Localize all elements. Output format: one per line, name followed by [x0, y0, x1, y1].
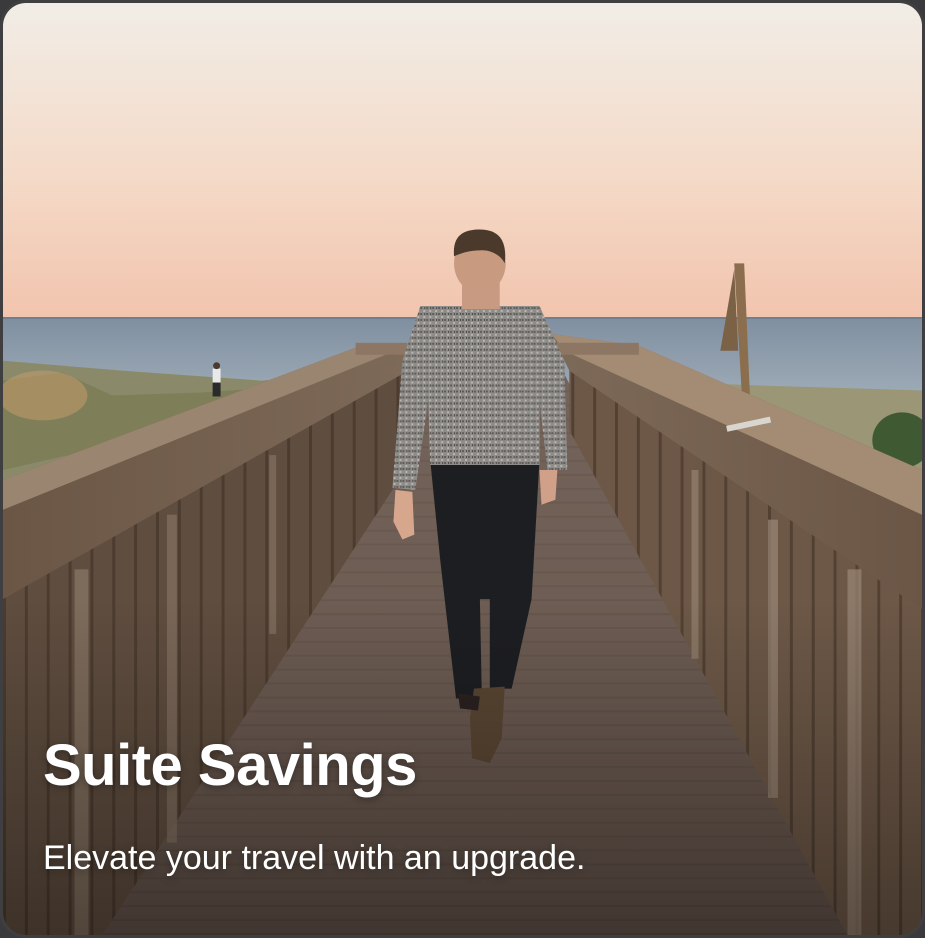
card-text: Suite Savings Elevate your travel with a…: [43, 733, 882, 878]
card-subtitle: Elevate your travel with an upgrade.: [43, 838, 586, 877]
card-title: Suite Savings: [43, 733, 417, 798]
promo-card[interactable]: Suite Savings Elevate your travel with a…: [0, 0, 925, 938]
